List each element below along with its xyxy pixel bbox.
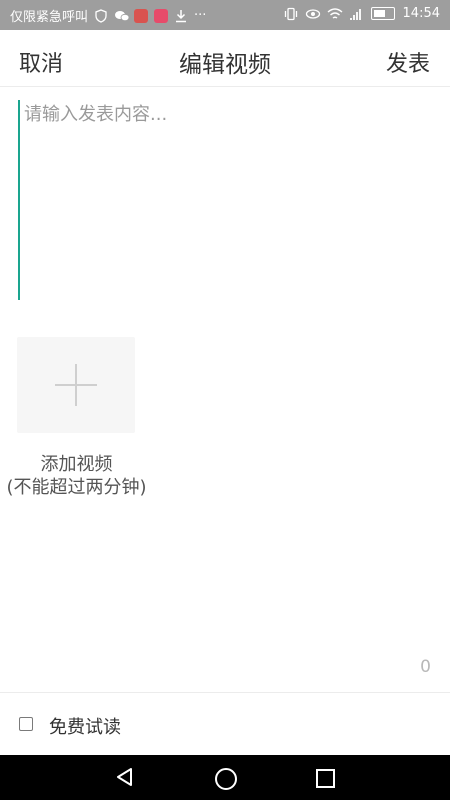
carrier-text: 仅限紧急呼叫 (10, 10, 89, 25)
recent-apps-icon[interactable] (316, 769, 335, 788)
more-notifications: ··· (194, 8, 207, 23)
home-icon[interactable] (215, 768, 237, 790)
vibrate-icon (283, 7, 297, 21)
back-icon[interactable] (115, 767, 135, 791)
app-notification-icon (154, 8, 169, 23)
eye-icon (305, 7, 320, 21)
wechat-icon (114, 9, 130, 23)
status-bar: 仅限紧急呼叫 ··· 14:54 (0, 0, 450, 30)
free-trial-label[interactable]: 免费试读 (49, 713, 121, 739)
navigation-bar (0, 755, 450, 800)
signal-icon (349, 7, 363, 21)
content-input[interactable] (18, 100, 438, 300)
header-bar: 取消 编辑视频 发表 (0, 30, 450, 87)
wifi-icon (327, 7, 342, 21)
add-video-hint: (不能超过两分钟) (6, 477, 147, 498)
add-video-button[interactable] (17, 337, 135, 433)
shield-icon (94, 8, 108, 23)
status-right: 14:54 (283, 6, 440, 21)
page-title: 编辑视频 (179, 52, 271, 78)
weibo-icon (134, 8, 149, 23)
status-left: 仅限紧急呼叫 ··· (10, 6, 206, 25)
free-trial-checkbox[interactable] (19, 717, 33, 731)
battery-icon (370, 7, 395, 20)
download-icon (174, 9, 188, 23)
options-bar: 免费试读 (0, 692, 450, 756)
character-counter: 0 (420, 657, 431, 677)
clock: 14:54 (402, 6, 440, 21)
publish-button[interactable]: 发表 (386, 46, 430, 78)
